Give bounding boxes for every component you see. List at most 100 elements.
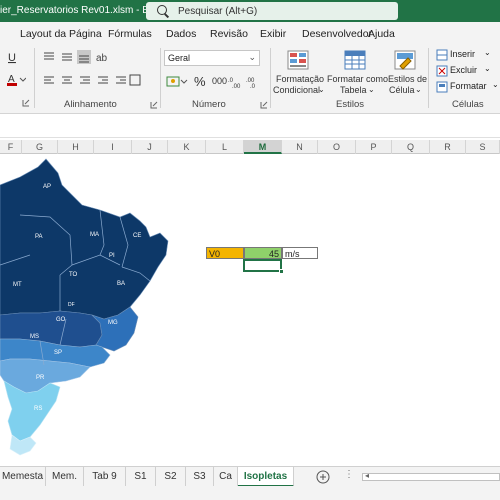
search-box[interactable]: Pesquisar (Alt+G) <box>146 2 398 20</box>
sheet-tab[interactable]: Mem. <box>46 467 84 487</box>
chevron-down-icon: ⌄ <box>318 85 325 94</box>
scroll-left-icon[interactable]: ◂ <box>365 471 369 480</box>
v0-unit-cell[interactable]: m/s <box>282 247 318 259</box>
insert-label: Inserir <box>450 49 476 59</box>
plus-circle-icon <box>316 470 330 484</box>
chevron-down-icon: ⌄ <box>492 80 499 89</box>
state-label: GO <box>56 317 66 323</box>
format-as-table-icon[interactable] <box>344 50 366 70</box>
column-header[interactable]: O <box>318 140 356 154</box>
decrease-decimal-icon[interactable]: .00.0 <box>246 74 264 90</box>
percent-icon[interactable]: % <box>194 74 206 89</box>
conditional-format-label-2[interactable]: Condicional <box>273 85 320 95</box>
thousands-separator-icon[interactable]: 000 <box>212 76 227 86</box>
number-dialog-launcher-icon[interactable] <box>260 100 268 109</box>
column-header[interactable]: N <box>282 140 318 154</box>
column-header-selected[interactable]: M <box>244 140 282 154</box>
delete-button[interactable]: Excluir ⌄ <box>436 64 500 78</box>
search-icon <box>156 4 170 18</box>
tab-review[interactable]: Revisão <box>210 28 248 40</box>
state-label: BA <box>117 281 125 287</box>
v0-label-cell[interactable]: V0 <box>206 247 244 259</box>
horizontal-align-icons[interactable] <box>42 74 142 88</box>
column-header[interactable]: H <box>58 140 94 154</box>
delete-label: Excluir <box>450 65 478 75</box>
add-sheet-button[interactable] <box>316 470 330 484</box>
number-format-value: Geral <box>168 53 191 63</box>
tab-data[interactable]: Dados <box>166 28 196 40</box>
format-as-table-label-2[interactable]: Tabela <box>340 85 367 95</box>
cell-styles-icon[interactable] <box>394 50 416 70</box>
tab-layout[interactable]: Layout da Página <box>20 28 102 40</box>
column-header[interactable]: I <box>94 140 132 154</box>
tab-developer[interactable]: Desenvolvedor <box>302 28 372 40</box>
column-header[interactable]: Q <box>392 140 430 154</box>
font-color-icon[interactable]: A <box>6 72 27 86</box>
column-header[interactable]: L <box>206 140 244 154</box>
state-label: SC <box>60 391 69 397</box>
brazil-isopleth-map: AP PA MA CE PI TO BA MT DF GO MG MS SP P… <box>0 158 169 456</box>
svg-text:ab: ab <box>96 53 108 64</box>
state-label: MG <box>108 320 118 326</box>
formula-area <box>0 114 500 138</box>
alignment-dialog-launcher-icon[interactable] <box>150 100 158 109</box>
state-label: MT <box>13 282 22 288</box>
tab-view[interactable]: Exibir <box>260 28 286 40</box>
chevron-down-icon: ⌄ <box>415 85 422 94</box>
column-header[interactable]: G <box>22 140 58 154</box>
styles-group-label: Estilos <box>336 99 364 110</box>
format-as-table-label-1[interactable]: Formatar como <box>327 74 388 84</box>
sheet-tab[interactable]: S1 <box>126 467 156 487</box>
font-dialog-launcher-icon[interactable] <box>22 98 30 107</box>
increase-decimal-icon[interactable]: .0.00 <box>228 74 246 90</box>
tab-help[interactable]: Ajuda <box>368 28 395 40</box>
sheet-tab[interactable]: S2 <box>156 467 186 487</box>
active-cell[interactable] <box>243 259 282 272</box>
column-header[interactable]: F <box>0 140 22 154</box>
state-label: PI <box>109 253 115 259</box>
column-header[interactable]: R <box>430 140 466 154</box>
horizontal-scrollbar[interactable]: ◂ <box>362 471 500 481</box>
format-icon <box>436 81 448 93</box>
tab-formulas[interactable]: Fórmulas <box>108 28 152 40</box>
vertical-align-icons[interactable]: ab <box>42 50 110 64</box>
sheet-tab-active[interactable]: Isopletas <box>238 467 294 487</box>
format-button[interactable]: Formatar ⌄ <box>436 80 500 94</box>
column-header[interactable]: K <box>168 140 206 154</box>
column-header[interactable]: J <box>132 140 168 154</box>
sheet-tab[interactable]: Tab 9 <box>84 467 126 487</box>
accounting-format-icon[interactable] <box>166 74 188 90</box>
cell-styles-label-2[interactable]: Célula <box>389 85 415 95</box>
underline-icon[interactable]: U <box>6 50 22 64</box>
insert-icon <box>436 49 448 61</box>
worksheet-grid[interactable]: AP PA MA CE PI TO BA MT DF GO MG MS SP P… <box>0 155 500 465</box>
sheet-tab-bar: Memesta Mem. Tab 9 S1 S2 S3 Ca Isopletas… <box>0 466 500 487</box>
fill-handle[interactable] <box>279 269 284 274</box>
number-group-label: Número <box>192 99 226 110</box>
sheet-tab[interactable]: Memesta <box>0 467 46 487</box>
state-label: PA <box>35 234 43 240</box>
tab-split-handle-icon[interactable]: ⋮ <box>344 469 354 480</box>
ribbon-tabs: Layout da Página Fórmulas Dados Revisão … <box>0 22 500 44</box>
v0-value-cell[interactable]: 45 <box>244 247 282 259</box>
delete-icon <box>436 65 448 77</box>
excel-window: ier_Reservatorios Rev01.xlsm - Excel Pes… <box>0 0 500 500</box>
search-placeholder: Pesquisar (Alt+G) <box>178 5 258 17</box>
number-format-select[interactable]: Geral ⌄ <box>164 50 260 66</box>
cell-styles-label-1[interactable]: Estilos de <box>388 74 427 84</box>
insert-button[interactable]: Inserir ⌄ <box>436 48 500 62</box>
column-header[interactable]: S <box>466 140 500 154</box>
title-bar: ier_Reservatorios Rev01.xlsm - Excel Pes… <box>0 0 500 22</box>
state-label: CE <box>133 233 141 239</box>
chevron-down-icon: ⌄ <box>484 64 491 73</box>
conditional-format-icon[interactable] <box>287 50 309 70</box>
sheet-tab[interactable]: Ca <box>214 467 238 487</box>
v0-label: V0 <box>209 249 221 259</box>
state-label: MS <box>30 334 39 340</box>
status-bar <box>0 486 500 500</box>
sheet-tab[interactable]: S3 <box>186 467 214 487</box>
conditional-format-label-1[interactable]: Formatação <box>276 74 324 84</box>
chevron-down-icon: ⌄ <box>248 52 256 62</box>
column-header[interactable]: P <box>356 140 392 154</box>
state-label: AP <box>43 184 51 190</box>
